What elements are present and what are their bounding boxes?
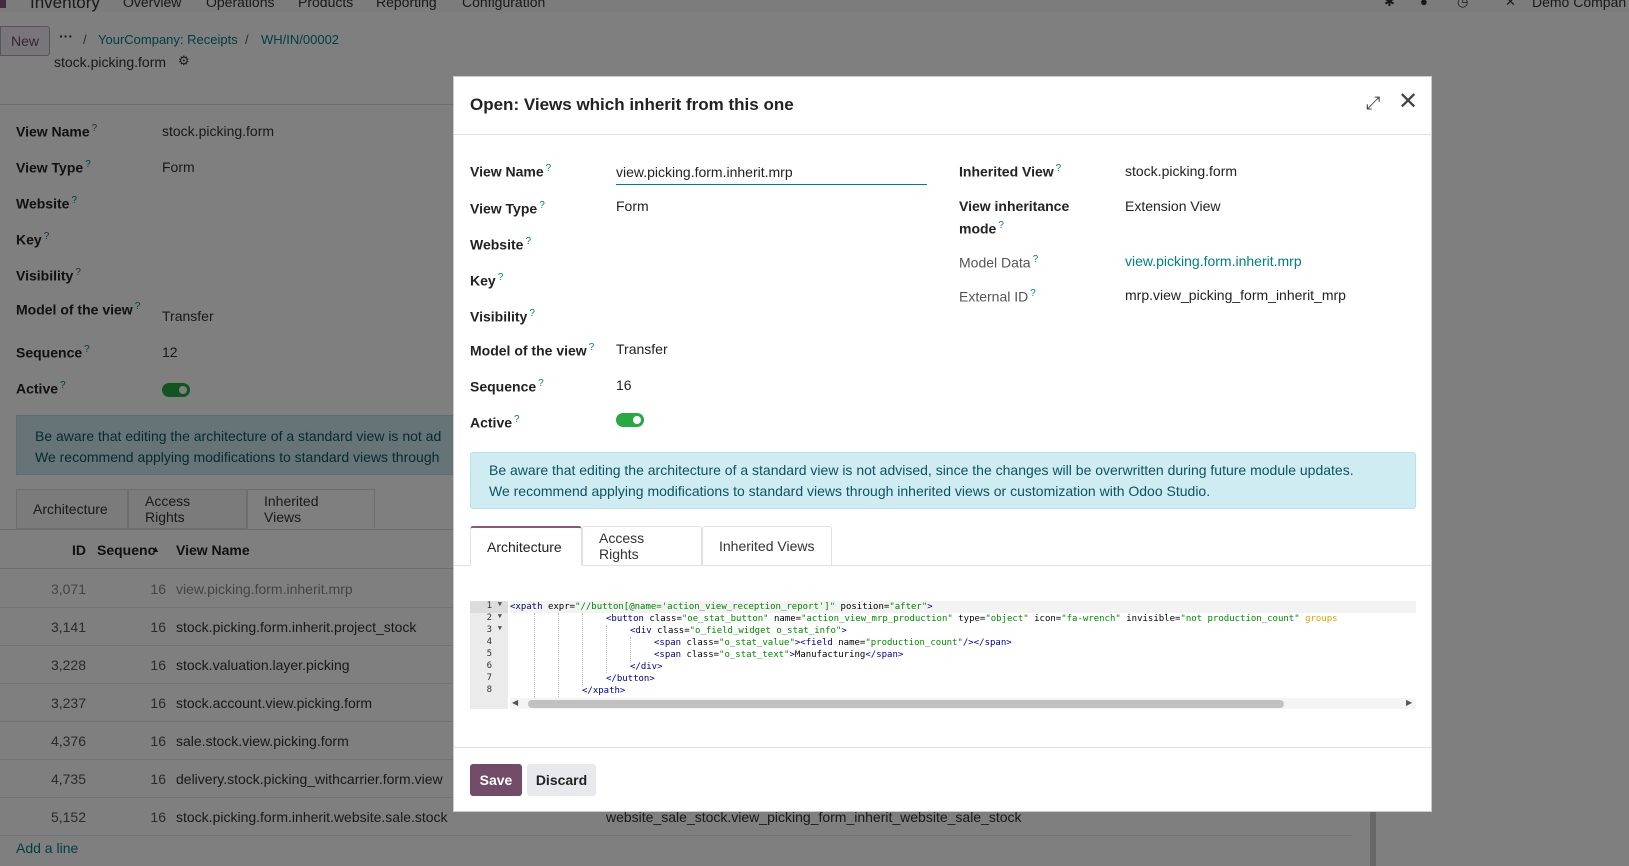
tab-inherited-views[interactable]: Inherited Views <box>702 526 832 566</box>
editor-gutter: 1 ▼ 2 ▼ 3 ▼ 4 5 6 7 8 <box>470 601 508 709</box>
code-line: </div> <box>630 662 663 672</box>
dialog: Open: Views which inherit from this one … <box>453 76 1432 812</box>
scroll-thumb[interactable] <box>528 700 1284 708</box>
code-line: <span class="o_stat_value"><field name="… <box>654 638 1012 648</box>
label-sequence: Sequence <box>470 378 537 395</box>
tab-access-rights[interactable]: Access Rights <box>582 526 702 566</box>
inheritance-mode-select[interactable]: Extension View <box>1125 198 1220 214</box>
label-external-id: External ID <box>959 288 1029 305</box>
close-icon[interactable]: ✕ <box>1398 90 1418 114</box>
discard-button[interactable]: Discard <box>527 764 596 796</box>
model-data-link[interactable]: view.picking.form.inherit.mrp <box>1125 253 1302 269</box>
warning-alert: Be aware that editing the architecture o… <box>470 452 1416 509</box>
code-line: </button> <box>606 674 655 684</box>
dialog-header: Open: Views which inherit from this one … <box>454 77 1431 135</box>
code-editor[interactable]: 1 ▼ 2 ▼ 3 ▼ 4 5 6 7 8 <xpath expr="//button… <box>470 601 1416 709</box>
code-line: <xpath expr="//button[@name='action_view… <box>510 601 1416 613</box>
label-model: Model of the view <box>470 342 587 359</box>
view-name-input[interactable] <box>616 159 927 185</box>
view-type-select[interactable]: Form <box>616 198 649 214</box>
scroll-left-icon[interactable]: ◀ <box>512 698 518 707</box>
model-field[interactable]: Transfer <box>616 341 668 357</box>
label-inherited-view: Inherited View <box>959 163 1054 180</box>
label-key: Key <box>470 272 496 289</box>
sequence-field[interactable]: 16 <box>616 377 632 393</box>
label-inheritance-mode: View inheritance <box>959 198 1070 214</box>
label-active: Active <box>470 414 513 431</box>
tab-architecture[interactable]: Architecture <box>470 526 582 566</box>
code-line: <div class="o_field_widget o_stat_info"> <box>630 626 847 636</box>
dialog-title: Open: Views which inherit from this one <box>470 95 794 114</box>
label-website: Website <box>470 236 524 253</box>
code-area[interactable]: <xpath expr="//button[@name='action_view… <box>510 601 1416 697</box>
editor-hscrollbar[interactable]: ◀ ▶ <box>510 698 1416 709</box>
key-field[interactable] <box>616 268 926 288</box>
label-model-data: Model Data <box>959 254 1031 271</box>
fold-icon: ▼ <box>497 612 502 620</box>
label-view-name: View Name <box>470 163 544 180</box>
fold-icon: ▼ <box>497 601 502 608</box>
code-line: <button class="oe_stat_button" name="act… <box>606 614 1338 624</box>
save-button[interactable]: Save <box>470 764 522 796</box>
expand-icon[interactable]: ⤢ <box>1366 93 1380 114</box>
code-line: <span class="o_stat_text">Manufacturing<… <box>654 650 904 660</box>
inherited-view-field[interactable]: stock.picking.form <box>1125 163 1237 179</box>
active-toggle[interactable] <box>616 413 644 427</box>
external-id-value: mrp.view_picking_form_inherit_mrp <box>1125 287 1346 303</box>
visibility-field[interactable] <box>616 304 926 324</box>
fold-icon: ▼ <box>497 624 502 632</box>
scroll-right-icon[interactable]: ▶ <box>1406 698 1412 707</box>
label-view-type: View Type <box>470 200 538 217</box>
website-field[interactable] <box>616 232 926 252</box>
code-line: </xpath> <box>582 686 626 696</box>
dialog-footer: Save Discard <box>454 747 1431 811</box>
label-visibility: Visibility <box>470 308 528 325</box>
